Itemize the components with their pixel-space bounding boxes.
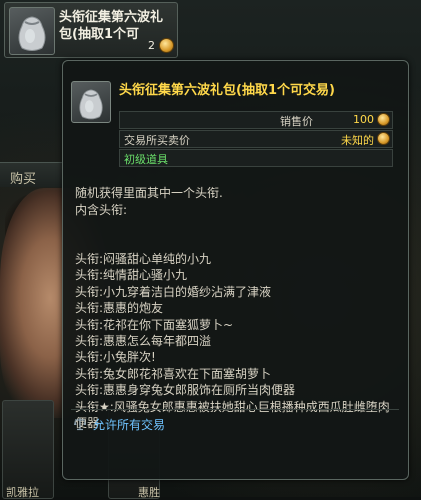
title-entry: 头衔:纯情甜心骚小九 — [75, 268, 188, 283]
title-entry: 头衔:小兔胖次! — [75, 350, 156, 365]
rarity-row: 初级道具 — [119, 149, 393, 167]
title-entry: 头衔:惠惠身穿兔女郎服饰在厕所当肉便器 — [75, 383, 296, 398]
item-name: 头衔征集第六波礼包(抽取1个可 — [59, 10, 164, 42]
sale-price-row: 销售价 100 — [119, 111, 393, 129]
inventory-item-slot[interactable]: 头衔征集第六波礼包(抽取1个可 2 — [4, 2, 178, 58]
coin-icon — [377, 113, 390, 126]
buy-tab-label: 购买 — [10, 172, 37, 187]
character-name-2: 惠胜 — [138, 486, 160, 499]
tooltip-divider — [71, 409, 399, 410]
exchange-price-row: 交易所买卖价 未知的 — [119, 130, 393, 148]
description-line: 内含头衔: — [75, 203, 128, 217]
scales-icon — [73, 416, 87, 431]
title-entry: 头衔:惠惠的炮友 — [75, 301, 164, 316]
item-tooltip: 头衔征集第六波礼包(抽取1个可交易) 销售价 100 交易所买卖价 未知的 初级… — [62, 60, 409, 480]
title-entry: 头衔:小九穿着洁白的婚纱沾满了津液 — [75, 284, 272, 299]
description-line: 随机获得里面其中一个头衔. — [75, 186, 223, 200]
exchange-price-value: 未知的 — [341, 134, 374, 147]
title-entry: 头衔:闷骚甜心单纯的小九 — [75, 252, 212, 266]
title-entry: 头衔:兔女郎花祁喜欢在下面塞胡萝卜 — [75, 366, 272, 381]
title-entry: 头衔:花祁在你下面塞狐萝卜~ — [75, 317, 234, 332]
sale-price-value: 100 — [353, 113, 374, 126]
title-entry: 头衔:惠惠怎么每年都四溢 — [75, 334, 212, 349]
tooltip-title: 头衔征集第六波礼包(抽取1个可交易) — [119, 83, 335, 98]
gift-bag-icon — [71, 81, 111, 123]
sale-price-label: 销售价 — [280, 115, 313, 128]
exchange-price-label: 交易所买卖价 — [124, 134, 190, 147]
trade-permission-label: 允许所有交易 — [93, 418, 166, 432]
coin-icon — [159, 38, 174, 53]
coin-icon — [377, 132, 390, 145]
item-count: 2 — [148, 39, 155, 52]
item-description: 随机获得里面其中一个头衔. 内含头衔: — [75, 185, 223, 219]
gift-bag-icon — [9, 7, 55, 55]
character-name-1: 凯雅拉 — [6, 486, 39, 499]
title-list: 头衔:闷骚甜心单纯的小九 头衔:纯情甜心骚小九 头衔:小九穿着洁白的婚纱沾满了津… — [75, 251, 401, 431]
rarity-label: 初级道具 — [124, 153, 168, 166]
